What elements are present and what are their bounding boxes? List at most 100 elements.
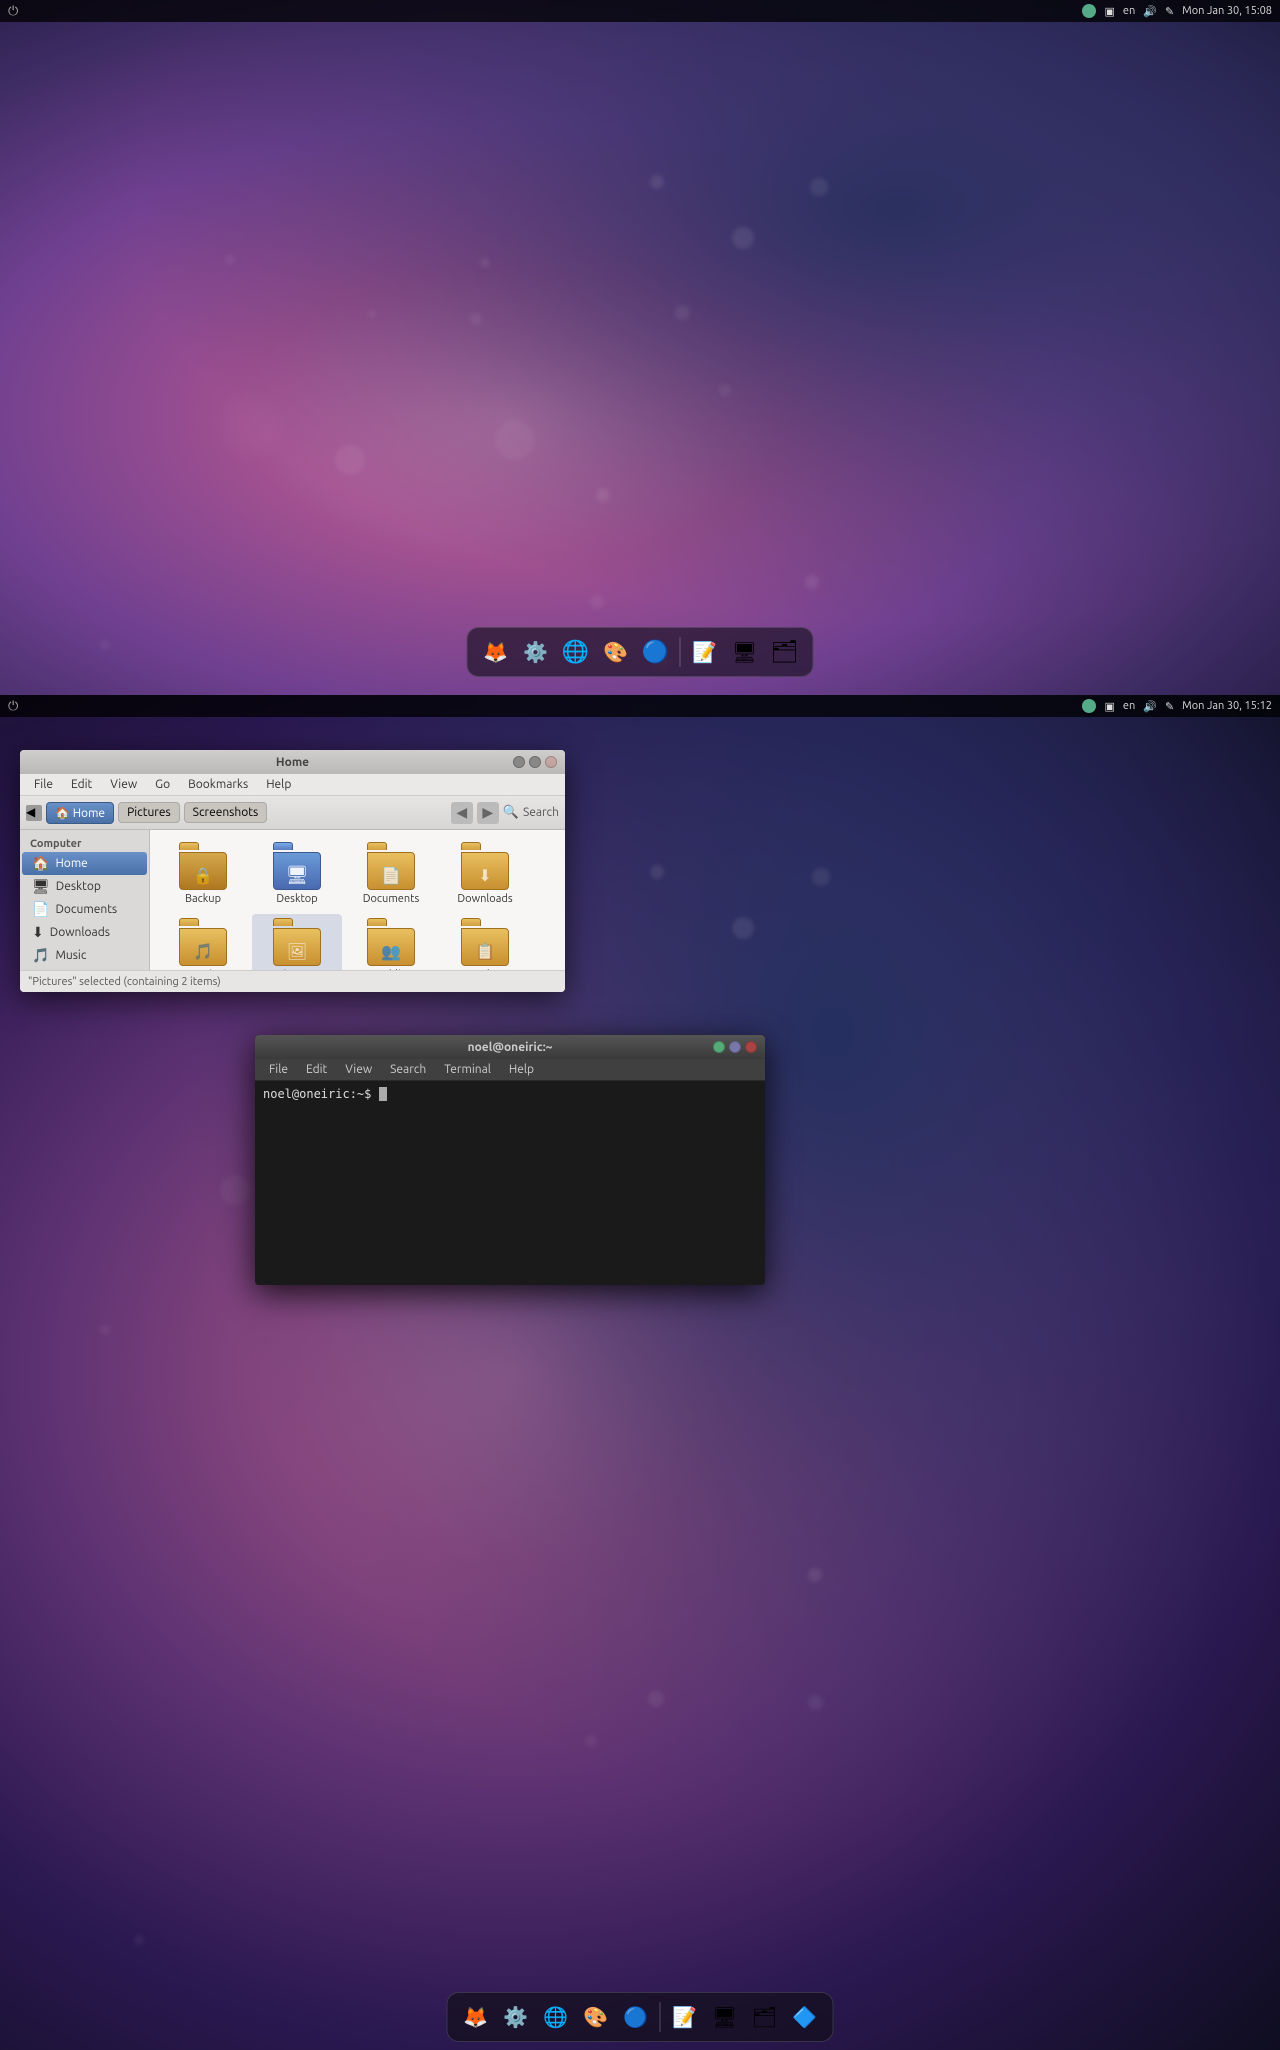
folder-public-icon: 👥 xyxy=(367,918,415,966)
file-item-backup[interactable]: 🔒 Backup xyxy=(158,838,248,910)
terminal-cursor xyxy=(379,1087,387,1101)
sidebar-music-label: Music xyxy=(55,949,86,962)
terminal-menu-file[interactable]: File xyxy=(261,1061,296,1078)
menu-go[interactable]: Go xyxy=(147,776,178,793)
folder-desktop-icon: 🖥 xyxy=(273,842,321,890)
file-item-templates[interactable]: 📋 Templates xyxy=(440,914,530,970)
file-grid: 🔒 Backup 🖥 Desktop xyxy=(150,830,565,970)
window-controls xyxy=(513,756,557,768)
top-screen: ⏻ ▣ en 🔊 ✎ Mon Jan 30, 15:08 🦊 ⚙️ 🌐 🎨 🔵 … xyxy=(0,0,1280,695)
sidebar-toggle[interactable]: ◀ xyxy=(26,805,42,821)
dock-terminal-top[interactable]: 🖥 xyxy=(727,634,763,670)
search-bar[interactable]: 🔍 Search xyxy=(503,805,559,820)
dock-bottom-settings[interactable]: ⚙️ xyxy=(498,1999,534,2035)
volume-icon[interactable]: 🔊 xyxy=(1143,5,1157,18)
menu-file[interactable]: File xyxy=(26,776,61,793)
network-indicator-bottom xyxy=(1082,699,1096,713)
sidebar-item-downloads[interactable]: ⬇ Downloads xyxy=(22,921,147,944)
terminal-body[interactable]: noel@oneiric:~$ xyxy=(255,1081,765,1285)
file-downloads-label: Downloads xyxy=(457,893,512,906)
file-item-desktop[interactable]: 🖥 Desktop xyxy=(252,838,342,910)
file-manager-toolbar: ◀ 🏠 Home Pictures Screenshots ◀ ▶ 🔍 Sear… xyxy=(20,796,565,830)
file-manager-menubar: File Edit View Go Bookmarks Help xyxy=(20,774,565,796)
menu-edit[interactable]: Edit xyxy=(63,776,100,793)
nav-forward[interactable]: ▶ xyxy=(477,802,499,824)
file-item-public[interactable]: 👥 Public xyxy=(346,914,436,970)
power-icon-bottom[interactable]: ⏻ xyxy=(8,699,18,714)
tab-screenshots[interactable]: Screenshots xyxy=(184,802,268,823)
sidebar-downloads-label: Downloads xyxy=(50,926,110,939)
terminal-menu-view[interactable]: View xyxy=(337,1061,380,1078)
file-manager-window: Home File Edit View Go Bookmarks Help ◀ … xyxy=(20,750,565,992)
terminal-controls xyxy=(713,1041,757,1053)
dock-settings[interactable]: ⚙️ xyxy=(518,634,554,670)
file-item-downloads[interactable]: ⬇ Downloads xyxy=(440,838,530,910)
sidebar-item-music[interactable]: 🎵 Music xyxy=(22,944,147,967)
terminal-menu-help[interactable]: Help xyxy=(501,1061,542,1078)
top-panel-left: ⏻ xyxy=(8,4,18,19)
dock-bottom-bittorrent[interactable]: 🔵 xyxy=(618,1999,654,2035)
dock-firefox[interactable]: 🦊 xyxy=(478,634,514,670)
search-label: Search xyxy=(523,806,559,819)
file-manager-titlebar: Home xyxy=(20,750,565,774)
sidebar-home-label: Home xyxy=(55,857,87,870)
datetime-bottom: Mon Jan 30, 15:12 xyxy=(1182,700,1272,712)
file-item-music[interactable]: 🎵 Music xyxy=(158,914,248,970)
dock-bottom-terminal[interactable]: 🖥 xyxy=(707,1999,743,2035)
dock-bottom-color[interactable]: 🎨 xyxy=(578,1999,614,2035)
top-panel: ⏻ ▣ en 🔊 ✎ Mon Jan 30, 15:08 xyxy=(0,0,1280,22)
terminal-window: noel@oneiric:~ File Edit View Search Ter… xyxy=(255,1035,765,1285)
network-indicator xyxy=(1082,4,1096,18)
dock-bittorrent[interactable]: 🔵 xyxy=(638,634,674,670)
sidebar-documents-label: Documents xyxy=(55,903,117,916)
terminal-menu-terminal[interactable]: Terminal xyxy=(436,1061,499,1078)
display-icon[interactable]: ▣ xyxy=(1104,5,1114,18)
nav-back[interactable]: ◀ xyxy=(451,802,473,824)
terminal-close[interactable] xyxy=(745,1041,757,1053)
folder-music-icon: 🎵 xyxy=(179,918,227,966)
menu-bookmarks[interactable]: Bookmarks xyxy=(180,776,256,793)
file-manager-sidebar: Computer 🏠 Home 🖥 Desktop 📄 Documents ⬇ … xyxy=(20,830,150,970)
menu-view[interactable]: View xyxy=(102,776,145,793)
edit-icon[interactable]: ✎ xyxy=(1165,5,1174,18)
window-close[interactable] xyxy=(545,756,557,768)
dock-chrome[interactable]: 🌐 xyxy=(558,634,594,670)
terminal-menu-edit[interactable]: Edit xyxy=(298,1061,335,1078)
volume-icon-bottom[interactable]: 🔊 xyxy=(1143,700,1157,713)
sidebar-item-documents[interactable]: 📄 Documents xyxy=(22,898,147,921)
file-item-pictures[interactable]: 🖼 Pictures xyxy=(252,914,342,970)
window-maximize[interactable] xyxy=(529,756,541,768)
search-icon: 🔍 xyxy=(503,805,519,820)
file-manager-body: Computer 🏠 Home 🖥 Desktop 📄 Documents ⬇ … xyxy=(20,830,565,970)
terminal-maximize[interactable] xyxy=(729,1041,741,1053)
downloads-icon: ⬇ xyxy=(32,924,44,941)
edit-icon-bottom[interactable]: ✎ xyxy=(1165,700,1174,713)
dock-bottom-firefox[interactable]: 🦊 xyxy=(458,1999,494,2035)
dock-text-editor[interactable]: 📝 xyxy=(687,634,723,670)
sidebar-item-home[interactable]: 🏠 Home xyxy=(22,852,147,875)
dock-files-top[interactable]: 🗂 xyxy=(767,634,803,670)
terminal-menu-search[interactable]: Search xyxy=(382,1061,434,1078)
documents-icon: 📄 xyxy=(32,901,49,918)
sidebar-item-desktop[interactable]: 🖥 Desktop xyxy=(22,875,147,898)
dock-bottom-extra[interactable]: 🔷 xyxy=(787,1999,823,2035)
power-icon[interactable]: ⏻ xyxy=(8,4,18,19)
dock-bottom-separator xyxy=(660,2002,661,2032)
dock-bottom-text-editor[interactable]: 📝 xyxy=(667,1999,703,2035)
dock-separator xyxy=(680,637,681,667)
terminal-minimize[interactable] xyxy=(713,1041,725,1053)
lang-indicator-bottom[interactable]: en xyxy=(1123,700,1135,712)
tab-pictures[interactable]: Pictures xyxy=(118,802,180,823)
music-icon: 🎵 xyxy=(32,947,49,964)
dock-bottom-files[interactable]: 🗂 xyxy=(747,1999,783,2035)
tab-home[interactable]: 🏠 Home xyxy=(46,802,114,824)
dock-color[interactable]: 🎨 xyxy=(598,634,634,670)
lang-indicator[interactable]: en xyxy=(1123,5,1135,17)
file-item-documents[interactable]: 📄 Documents xyxy=(346,838,436,910)
menu-help[interactable]: Help xyxy=(258,776,299,793)
file-manager-title: Home xyxy=(276,756,309,769)
display-icon-bottom[interactable]: ▣ xyxy=(1104,700,1114,713)
dock-bottom-chrome[interactable]: 🌐 xyxy=(538,1999,574,2035)
window-minimize[interactable] xyxy=(513,756,525,768)
folder-pictures-icon: 🖼 xyxy=(273,918,321,966)
